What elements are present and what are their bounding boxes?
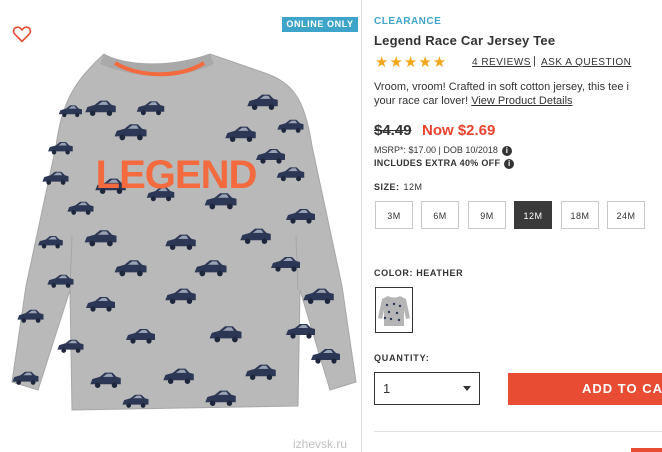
reviews-link[interactable]: 4 REVIEWS bbox=[472, 57, 531, 68]
watermark-text: izhevsk.ru bbox=[293, 437, 348, 451]
size-option-12m[interactable]: 12M bbox=[514, 201, 552, 229]
msrp-text: MSRP*: $17.00 | DOB 10/2018 bbox=[374, 145, 498, 155]
size-label-text: SIZE: bbox=[374, 182, 400, 192]
shirt-print-text: LEGEND bbox=[96, 153, 257, 197]
product-description: Vroom, vroom! Crafted in soft cotton jer… bbox=[374, 80, 662, 108]
size-option-9m[interactable]: 9M bbox=[468, 201, 506, 229]
online-only-badge: ONLINE ONLY bbox=[282, 17, 358, 32]
size-option-24m[interactable]: 24M bbox=[607, 201, 645, 229]
product-image[interactable]: LEGEND bbox=[0, 46, 362, 416]
extra-discount-line: INCLUDES EXTRA 40% OFF i bbox=[374, 158, 515, 169]
heart-icon[interactable] bbox=[12, 25, 32, 43]
quantity-value: 1 bbox=[383, 381, 391, 396]
size-label: SIZE: 12M bbox=[374, 182, 423, 192]
info-icon[interactable]: i bbox=[504, 158, 515, 169]
divider bbox=[374, 431, 662, 432]
info-icon[interactable]: i bbox=[501, 145, 512, 156]
product-title: Legend Race Car Jersey Tee bbox=[374, 33, 556, 48]
description-text-line2: your race car lover! bbox=[374, 95, 469, 107]
category-label: CLEARANCE bbox=[374, 16, 442, 27]
description-text: Vroom, vroom! Crafted in soft cotton jer… bbox=[374, 81, 629, 93]
ask-question-link[interactable]: ASK A QUESTION bbox=[541, 57, 631, 68]
selected-size-text: 12M bbox=[403, 182, 423, 192]
swatch-image bbox=[378, 296, 410, 326]
view-details-link[interactable]: View Product Details bbox=[471, 95, 572, 107]
extra-discount-text: INCLUDES EXTRA 40% OFF bbox=[374, 158, 501, 168]
product-image-panel: ONLINE ONLY LEGEND izhevsk.ru bbox=[0, 0, 362, 452]
size-option-3m[interactable]: 3M bbox=[375, 201, 413, 229]
partial-red-element bbox=[631, 448, 662, 452]
color-label: COLOR: HEATHER bbox=[374, 268, 464, 278]
original-price: $4.49 bbox=[374, 122, 412, 139]
star-rating: ★★★★★ bbox=[375, 54, 448, 71]
quantity-label: QUANTITY: bbox=[374, 353, 430, 363]
panel-divider bbox=[361, 0, 362, 452]
sale-price: Now $2.69 bbox=[422, 122, 496, 139]
size-option-18m[interactable]: 18M bbox=[561, 201, 599, 229]
add-to-cart-button[interactable]: ADD TO CART bbox=[508, 373, 662, 405]
size-option-6m[interactable]: 6M bbox=[421, 201, 459, 229]
chevron-down-icon bbox=[463, 386, 471, 391]
color-swatch-heather[interactable] bbox=[375, 287, 413, 333]
msrp-line: MSRP*: $17.00 | DOB 10/2018 i bbox=[374, 145, 512, 156]
review-separator: | bbox=[533, 55, 536, 67]
quantity-select[interactable]: 1 bbox=[374, 372, 480, 405]
